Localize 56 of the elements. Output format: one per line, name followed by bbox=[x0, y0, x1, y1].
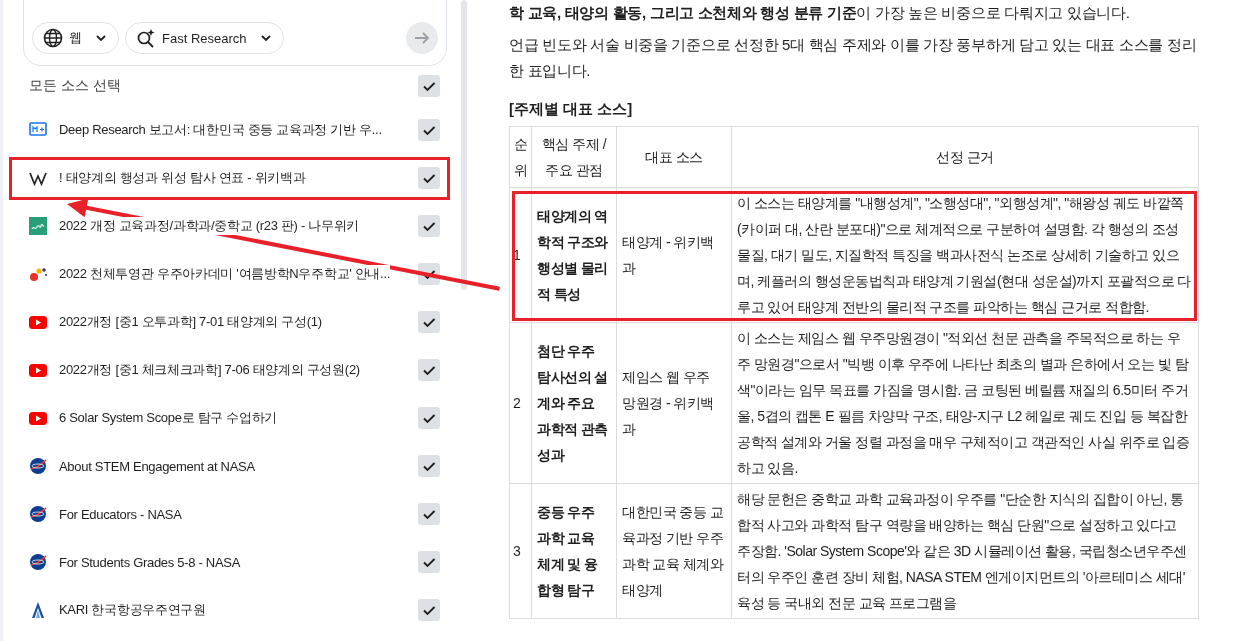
source-item[interactable]: For Educators - NASA bbox=[7, 490, 452, 538]
reason-cell: 이 소스는 태양계를 "내행성계", "소행성대", "외행성계", "해왕성 궤도 바깥쪽(카이퍼 대, 산란 분포대)"으로 체계적으로 구분하여 설명함. 각 행성의 조성 물질, 대기 밀도, 지질학적 특징을 백과사전식 논조로 상세히 기술하고 있으며, 케플러의 행성운동법칙과 태양계 기원설(현대 성운설)까지 포괄적으로 다루고 있어 태양계 전반의 물리적 구조를 파악하는 핵심 근거로 적합함. bbox=[731, 187, 1199, 323]
space-agency-logo-icon bbox=[29, 457, 47, 475]
checkbox[interactable] bbox=[418, 167, 440, 189]
source-item[interactable]: Deep Research 보고서: 대한민국 중등 교육과정 기반 우... bbox=[7, 106, 452, 154]
video-play-icon bbox=[29, 313, 47, 331]
source-cell: 대한민국 중등 교육과정 기반 우주 과학 교육 체계와 태양계 bbox=[616, 483, 732, 619]
checkbox[interactable] bbox=[418, 75, 440, 97]
reason-cell: 이 소스는 제임스 웹 우주망원경이 "적외선 천문 관측을 주목적으로 하는 우주 망원경"으로서 "빅뱅 이후 우주에 나타난 최초의 별과 은하에서 오는 빛 탐색"이라는 임무 목표를 가짐을 명시함. 금 코팅된 베릴륨 재질의 6.5미터 주거울, 5겹의 캡톤 E 필름 차양막 구조, 태양-지구 L2 헤일로 궤도 진입 등 복잡한 공학적 설계와 거울 정렬 과정을 매우 구체적이고 객관적인 사실 위주로 입증하고 있음. bbox=[731, 322, 1199, 484]
source-cell: 제임스 웹 우주 망원경 - 위키백과 bbox=[616, 322, 732, 484]
space-agency-logo-icon bbox=[29, 553, 47, 571]
source-cell: 태양계 - 위키백과 bbox=[616, 187, 732, 323]
select-all-label: 모든 소스 선택 bbox=[29, 77, 122, 95]
dots-logo-icon bbox=[29, 265, 47, 283]
column-header: 대표 소스 bbox=[616, 126, 732, 188]
research-mode-dropdown[interactable]: Fast Research bbox=[125, 22, 284, 54]
column-header: 핵심 주제 / 주요 관점 bbox=[531, 126, 617, 188]
checkbox[interactable] bbox=[418, 359, 440, 381]
source-item[interactable]: 2022개정 [중1 오투과학] 7-01 태양계의 구성(1) bbox=[7, 298, 452, 346]
rank-cell: 2 bbox=[509, 322, 532, 484]
checkbox[interactable] bbox=[418, 551, 440, 573]
paragraph: 언급 빈도와 서술 비중을 기준으로 선정한 5대 핵심 주제와 이를 가장 풍부하게 담고 있는 대표 소스를 정리한 표입니다. bbox=[509, 35, 1198, 81]
source-type-dropdown[interactable]: 웹 bbox=[32, 22, 119, 54]
source-item[interactable]: 6 Solar System Scope로 탐구 수업하기 bbox=[7, 394, 452, 442]
scrollbar[interactable] bbox=[461, 0, 467, 290]
video-play-icon bbox=[29, 409, 47, 427]
reason-cell: 해당 문헌은 중학교 과학 교육과정이 우주를 "단순한 지식의 집합이 아닌, 통합적 사고와 과학적 탐구 역량을 배양하는 핵심 단원"으로 설정하고 있다고 주장함. 'Solar System Scope'와 같은 3D 시뮬레이션 활용, 국립청소년우주센터의 우주인 훈련 장비 체험, NASA STEM 엔게이지먼트의 '아르테미스 세대' 육성 등 국내외 전문 교육 프로그램을 bbox=[731, 483, 1199, 619]
table-heading: [주제별 대표 소스] bbox=[509, 99, 634, 119]
search-sparkle-icon bbox=[136, 28, 156, 48]
rocket-logo-icon bbox=[29, 601, 47, 619]
checkbox[interactable] bbox=[418, 407, 440, 429]
video-play-icon bbox=[29, 361, 47, 379]
checkbox[interactable] bbox=[418, 599, 440, 621]
checkbox[interactable] bbox=[418, 311, 440, 333]
column-header: 순위 bbox=[509, 126, 532, 188]
column-header: 선정 근거 bbox=[731, 126, 1199, 188]
source-item[interactable]: 2022개정 [중1 체크체크과학] 7-06 태양계의 구성원(2) bbox=[7, 346, 452, 394]
source-item[interactable]: 2022 천체투영관 우주아카데미 '여름방학N우주학교' 안내... bbox=[7, 250, 452, 298]
report-icon bbox=[29, 121, 47, 139]
topic-cell: 중등 우주 과학 교육 체계 및 융합형 탐구 bbox=[531, 483, 617, 619]
checkbox[interactable] bbox=[418, 119, 440, 141]
rank-cell: 3 bbox=[509, 483, 532, 619]
tree-logo-icon bbox=[29, 217, 47, 235]
checkbox[interactable] bbox=[418, 503, 440, 525]
source-item[interactable]: 2022 개정 교육과정/과학과/중학교 (r23 판) - 나무위키 bbox=[7, 202, 452, 250]
source-item[interactable]: ! 태양계의 행성과 위성 탐사 연표 - 위키백과 bbox=[7, 154, 452, 202]
source-item[interactable]: KARI 한국항공우주연구원 bbox=[7, 586, 452, 634]
paragraph: 학 교육, 태양의 활동, 그리고 소천체와 행성 분류 기준이 가장 높은 비중으로 다뤄지고 있습니다. bbox=[509, 3, 1131, 23]
globe-icon bbox=[43, 28, 63, 48]
space-agency-logo-icon bbox=[29, 505, 47, 523]
topic-cell: 태양계의 역학적 구조와 행성별 물리적 특성 bbox=[531, 187, 617, 323]
source-item[interactable]: About STEM Engagement at NASA bbox=[7, 442, 452, 490]
checkbox[interactable] bbox=[418, 215, 440, 237]
source-item[interactable]: For Students Grades 5-8 - NASA bbox=[7, 538, 452, 586]
checkbox[interactable] bbox=[418, 455, 440, 477]
topic-cell: 첨단 우주 탐사선의 설계와 주요 과학적 관측 성과 bbox=[531, 322, 617, 484]
